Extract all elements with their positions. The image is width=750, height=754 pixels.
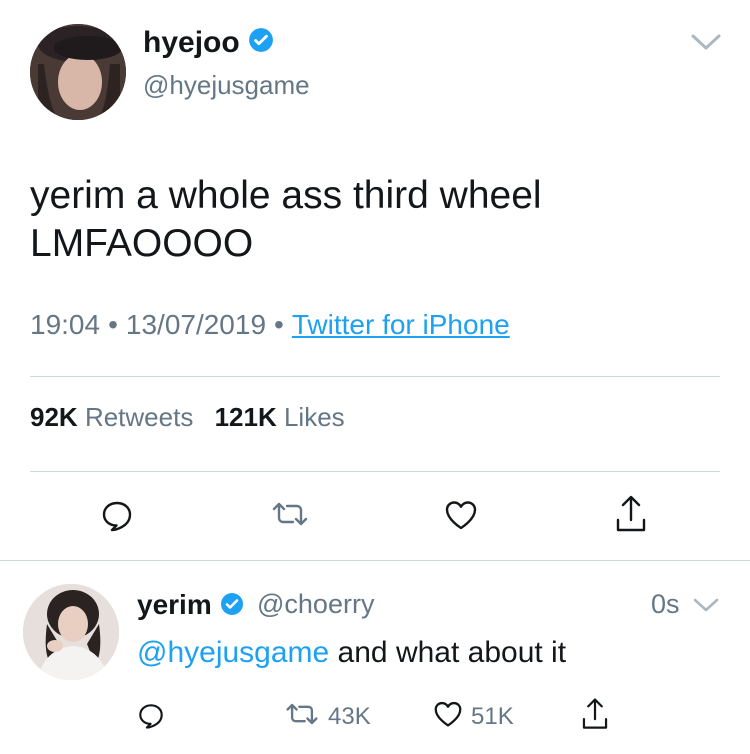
divider — [30, 471, 720, 472]
retweet-button[interactable] — [270, 499, 310, 534]
separator-dot: • — [274, 309, 284, 340]
share-button[interactable] — [614, 494, 648, 539]
share-icon — [580, 697, 610, 736]
retweets-label: Retweets — [84, 402, 194, 432]
handle[interactable]: @hyejusgame — [143, 70, 310, 101]
separator-dot: • — [108, 309, 118, 340]
display-name-text[interactable]: yerim — [137, 589, 212, 620]
display-name-text[interactable]: hyejoo — [143, 26, 240, 59]
retweet-count: 43K — [328, 702, 371, 730]
like-count: 51K — [471, 702, 514, 730]
retweets-stat[interactable]: 92K Retweets — [30, 402, 193, 432]
avatar[interactable] — [30, 24, 126, 120]
likes-label: Likes — [283, 402, 345, 432]
chevron-down-icon[interactable] — [692, 596, 720, 619]
mention-link[interactable]: @hyejusgame — [137, 636, 329, 669]
retweets-count: 92K — [30, 402, 78, 432]
tweet-meta: 19:04 • 13/07/2019 • Twitter for iPhone — [30, 309, 510, 341]
chevron-down-icon[interactable] — [690, 32, 722, 57]
main-tweet: hyejoo @hyejusgame yerim a whole ass thi… — [0, 0, 750, 560]
reply-text-body: and what about it — [329, 636, 567, 669]
share-button[interactable] — [580, 697, 610, 736]
tweet-time: 19:04 — [30, 309, 101, 340]
reply-icon — [100, 499, 134, 538]
retweet-button[interactable]: 43K — [284, 700, 371, 733]
like-button[interactable] — [444, 499, 478, 536]
verified-badge-icon — [248, 27, 274, 61]
heart-icon — [444, 499, 478, 536]
reply-button[interactable] — [100, 499, 134, 538]
handle[interactable]: @choerry — [257, 589, 374, 620]
avatar[interactable] — [23, 584, 119, 680]
retweet-icon — [284, 700, 320, 733]
reply-text: @hyejusgame and what about it — [137, 636, 566, 670]
divider — [30, 376, 720, 377]
tweet-text: yerim a whole ass third wheel LMFAOOOO — [30, 172, 720, 268]
share-icon — [614, 494, 648, 539]
likes-stat[interactable]: 121K Likes — [215, 402, 345, 432]
verified-badge-icon — [220, 591, 244, 623]
likes-count: 121K — [214, 402, 277, 432]
timestamp[interactable]: 0s — [651, 589, 680, 620]
tweet-stats: 92K Retweets 121K Likes — [30, 402, 345, 433]
reply-button[interactable] — [137, 702, 165, 735]
reply-icon — [137, 702, 165, 735]
divider — [0, 560, 750, 561]
like-button[interactable]: 51K — [433, 700, 514, 733]
tweet-text-line: LMFAOOOO — [30, 222, 254, 265]
tweet-text-line: yerim a whole ass third wheel — [30, 174, 542, 217]
retweet-icon — [270, 499, 310, 534]
display-name[interactable]: hyejoo — [143, 26, 274, 61]
tweet-date: 13/07/2019 — [125, 309, 267, 340]
heart-icon — [433, 700, 463, 733]
display-name[interactable]: yerim — [137, 589, 244, 623]
tweet-source-link[interactable]: Twitter for iPhone — [292, 309, 510, 340]
